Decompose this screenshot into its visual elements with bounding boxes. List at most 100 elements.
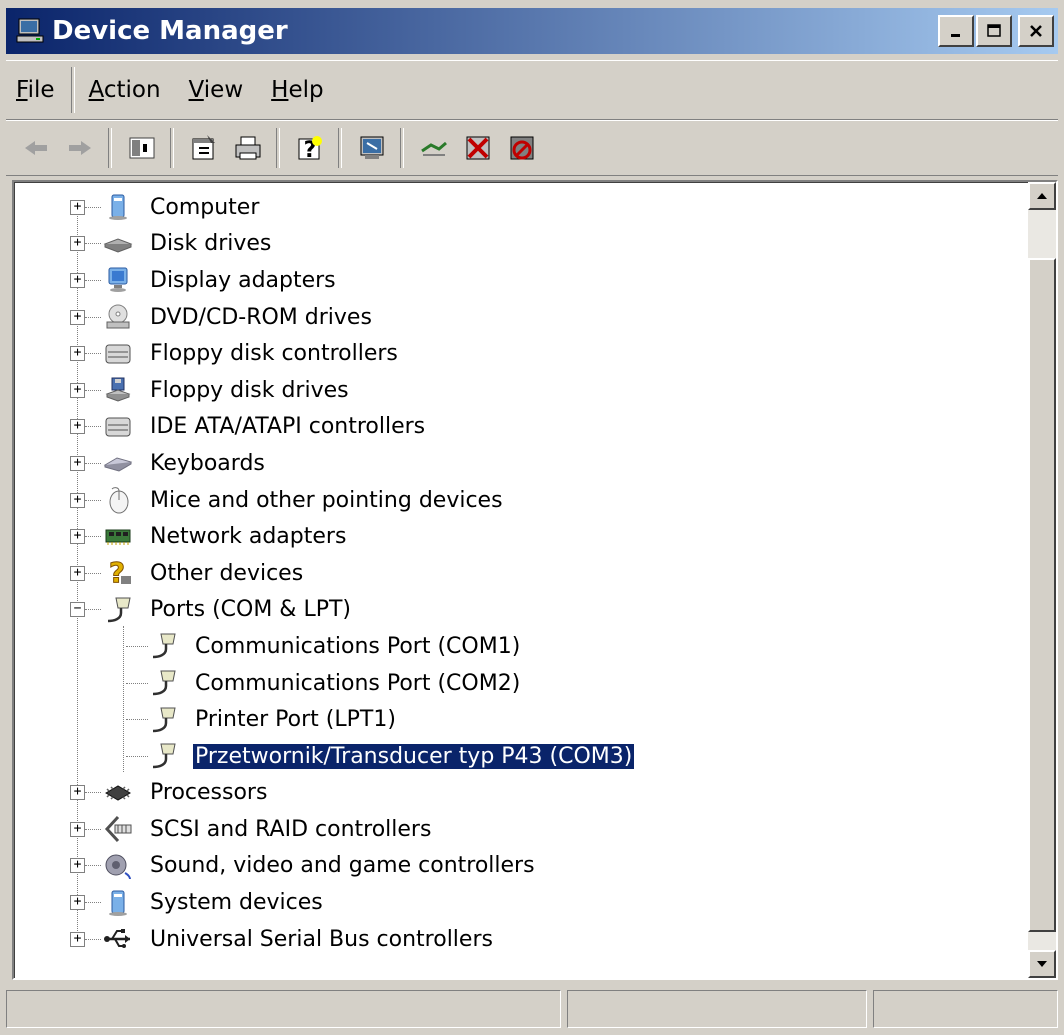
tree-item-com3-selected[interactable]: Przetwornik/Transducer typ P43 (COM3) — [15, 738, 1015, 775]
maximize-button[interactable] — [976, 15, 1012, 47]
tree-item-display-adapters[interactable]: + Display adapters — [15, 262, 1015, 299]
tree-item-scsi[interactable]: + SCSI and RAID controllers — [15, 811, 1015, 848]
menu-action[interactable]: Action — [75, 77, 175, 103]
scan-hardware-icon — [360, 136, 384, 159]
tree-item-floppy-controllers[interactable]: + Floppy disk controllers — [15, 335, 1015, 372]
tree-item-label: Communications Port (COM1) — [195, 633, 521, 659]
menu-action-label: ction — [103, 77, 161, 103]
vertical-scrollbar[interactable] — [1028, 182, 1056, 978]
tree-item-label: Printer Port (LPT1) — [195, 707, 396, 733]
tree-item-usb[interactable]: + Universal Serial Bus controllers — [15, 921, 1015, 958]
menu-view[interactable]: View — [175, 77, 258, 103]
tree-item-sound[interactable]: + Sound, video and game controllers — [15, 848, 1015, 885]
status-cell — [873, 990, 1058, 1028]
disable-icon — [510, 136, 534, 160]
update-driver-button[interactable] — [414, 128, 454, 168]
title-bar[interactable]: Device Manager — [6, 8, 1058, 54]
minimize-button[interactable] — [938, 15, 974, 47]
tree-item-label: Keyboards — [150, 450, 265, 476]
tree-item-label: SCSI and RAID controllers — [150, 816, 432, 842]
close-icon — [1030, 25, 1042, 37]
expand-toggle[interactable]: + — [70, 309, 85, 325]
toolbar-separator — [400, 128, 404, 168]
update-driver-icon — [421, 141, 447, 156]
tree-item-label: Communications Port (COM2) — [195, 670, 521, 696]
computer-icon — [103, 192, 133, 222]
tree-item-network-adapters[interactable]: + Network adapters — [15, 518, 1015, 555]
device-tree-pane[interactable]: + Computer + Disk drives + Display adapt… — [12, 180, 1058, 980]
tree-item-label: Computer — [150, 194, 260, 220]
expand-toggle[interactable]: + — [70, 236, 85, 252]
scroll-thumb[interactable] — [1028, 258, 1056, 932]
expand-toggle[interactable]: + — [70, 346, 85, 362]
tree-item-disk-drives[interactable]: + Disk drives — [15, 226, 1015, 263]
collapse-toggle[interactable]: − — [70, 602, 85, 618]
menu-action-accel: A — [88, 77, 104, 103]
usb-icon — [103, 924, 133, 954]
tree-item-label: Other devices — [150, 560, 304, 586]
menu-view-accel: V — [188, 77, 204, 103]
tree-item-lpt1[interactable]: Printer Port (LPT1) — [15, 701, 1015, 738]
properties-icon — [192, 135, 215, 160]
back-button[interactable] — [16, 128, 56, 168]
tree-item-system-devices[interactable]: + System devices — [15, 884, 1015, 921]
tree-item-label: Processors — [150, 780, 268, 806]
port-icon — [148, 741, 178, 771]
print-button[interactable] — [228, 128, 268, 168]
tree-item-floppy-drives[interactable]: + Floppy disk drives — [15, 372, 1015, 409]
tree-item-com1[interactable]: Communications Port (COM1) — [15, 628, 1015, 665]
scroll-down-button[interactable] — [1028, 950, 1056, 978]
tree-item-label: Sound, video and game controllers — [150, 853, 535, 879]
tree-item-label: Floppy disk drives — [150, 377, 349, 403]
expand-toggle[interactable]: + — [70, 199, 85, 215]
tree-item-processors[interactable]: + Processors — [15, 775, 1015, 812]
tree-item-other-devices[interactable]: + ? Other devices — [15, 555, 1015, 592]
expand-toggle[interactable]: + — [70, 821, 85, 837]
tree-item-label: Disk drives — [150, 231, 272, 257]
properties-button[interactable] — [184, 128, 224, 168]
tree-item-com2[interactable]: Communications Port (COM2) — [15, 665, 1015, 702]
menu-file-accel: F — [16, 77, 28, 103]
disable-button[interactable] — [502, 128, 542, 168]
window-title: Device Manager — [52, 16, 288, 46]
tree-item-mice[interactable]: + Mice and other pointing devices — [15, 482, 1015, 519]
tree-item-ide-controllers[interactable]: + IDE ATA/ATAPI controllers — [15, 409, 1015, 446]
tree-item-computer[interactable]: + Computer — [15, 189, 1015, 226]
menu-file-label: ile — [27, 77, 55, 103]
uninstall-button[interactable] — [458, 128, 498, 168]
scan-hardware-button[interactable] — [352, 128, 392, 168]
status-cell — [6, 990, 561, 1028]
menu-help[interactable]: Help — [257, 77, 337, 103]
tree-item-label: Przetwornik/Transducer typ P43 (COM3) — [191, 742, 636, 770]
tree-item-label: Universal Serial Bus controllers — [150, 926, 493, 952]
tree-item-dvd-drives[interactable]: + DVD/CD-ROM drives — [15, 299, 1015, 336]
show-hide-tree-button[interactable] — [122, 128, 162, 168]
expand-toggle[interactable]: + — [70, 419, 85, 435]
port-icon — [103, 595, 133, 625]
sound-icon — [103, 851, 133, 881]
forward-button[interactable] — [60, 128, 100, 168]
expand-toggle[interactable]: + — [70, 931, 85, 947]
expand-toggle[interactable]: + — [70, 455, 85, 471]
expand-toggle[interactable]: + — [70, 895, 85, 911]
help-button[interactable]: ? — [290, 128, 330, 168]
menu-help-label: elp — [288, 77, 324, 103]
forward-icon — [69, 141, 91, 155]
expand-toggle[interactable]: + — [70, 272, 85, 288]
expand-toggle[interactable]: + — [70, 858, 85, 874]
expand-toggle[interactable]: + — [70, 492, 85, 508]
expand-toggle[interactable]: + — [70, 565, 85, 581]
status-cell — [567, 990, 867, 1028]
tree-item-keyboards[interactable]: + Keyboards — [15, 445, 1015, 482]
scroll-up-button[interactable] — [1028, 182, 1056, 210]
floppy-drive-icon — [103, 375, 133, 405]
toolbar-separator — [338, 128, 342, 168]
close-button[interactable] — [1018, 15, 1054, 47]
expand-toggle[interactable]: + — [70, 785, 85, 801]
expand-toggle[interactable]: + — [70, 382, 85, 398]
display-adapter-icon — [103, 265, 133, 295]
device-tree: + Computer + Disk drives + Display adapt… — [15, 189, 1015, 957]
tree-item-ports[interactable]: − Ports (COM & LPT) — [15, 592, 1015, 629]
expand-toggle[interactable]: + — [70, 529, 85, 545]
menu-file[interactable]: File — [6, 77, 69, 103]
